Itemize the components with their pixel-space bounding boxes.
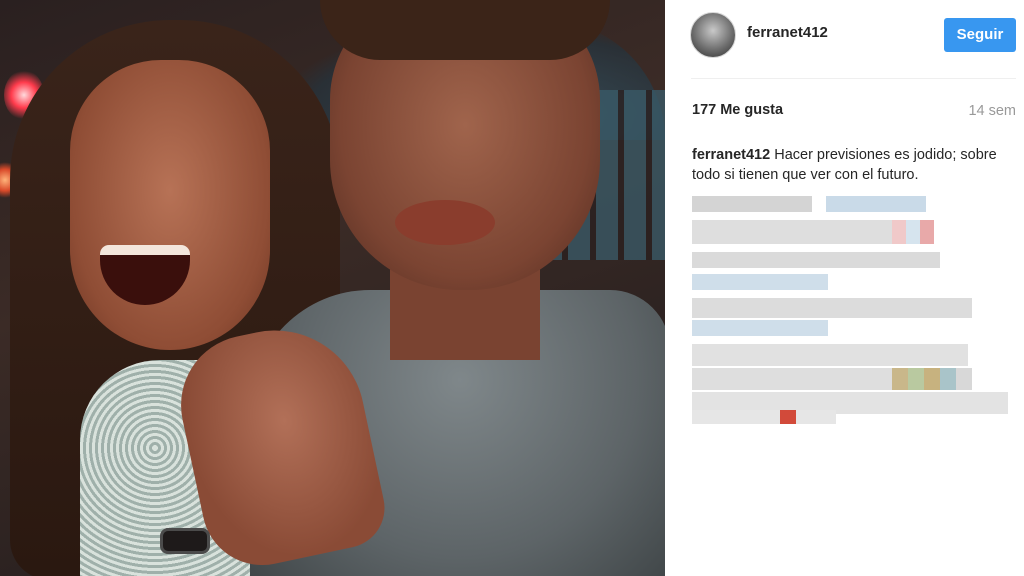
- follow-button[interactable]: Seguir: [944, 18, 1016, 52]
- pixelated-comment: [692, 410, 842, 424]
- avatar[interactable]: [690, 12, 736, 58]
- header-divider: [691, 78, 1016, 79]
- person-left-face: [70, 60, 270, 350]
- post-photo[interactable]: [0, 0, 665, 576]
- caption-username[interactable]: ferranet412: [692, 147, 770, 163]
- post-caption: ferranet412 Hacer previsiones es jodido;…: [692, 145, 1012, 185]
- wrist-watch: [160, 528, 210, 554]
- pixelated-comment: [692, 274, 832, 290]
- pixelated-comment: [692, 298, 977, 318]
- likes-count[interactable]: 177 Me gusta: [692, 102, 783, 118]
- pixelated-comment: [692, 320, 832, 336]
- person-right-hair: [320, 0, 610, 60]
- pixelated-comment: [692, 344, 972, 366]
- header-username[interactable]: ferranet412: [747, 24, 828, 41]
- pixelated-comment: [692, 252, 942, 268]
- person-right-mouth: [395, 200, 495, 245]
- post-header: ferranet412 Seguir: [665, 0, 1024, 78]
- pixelated-comment: [692, 196, 932, 212]
- post-side-panel: ferranet412 Seguir 177 Me gusta 14 sem f…: [665, 0, 1024, 576]
- pixelated-comment: [692, 220, 942, 244]
- pixelated-comment: [692, 368, 992, 390]
- post-time[interactable]: 14 sem: [968, 103, 1016, 119]
